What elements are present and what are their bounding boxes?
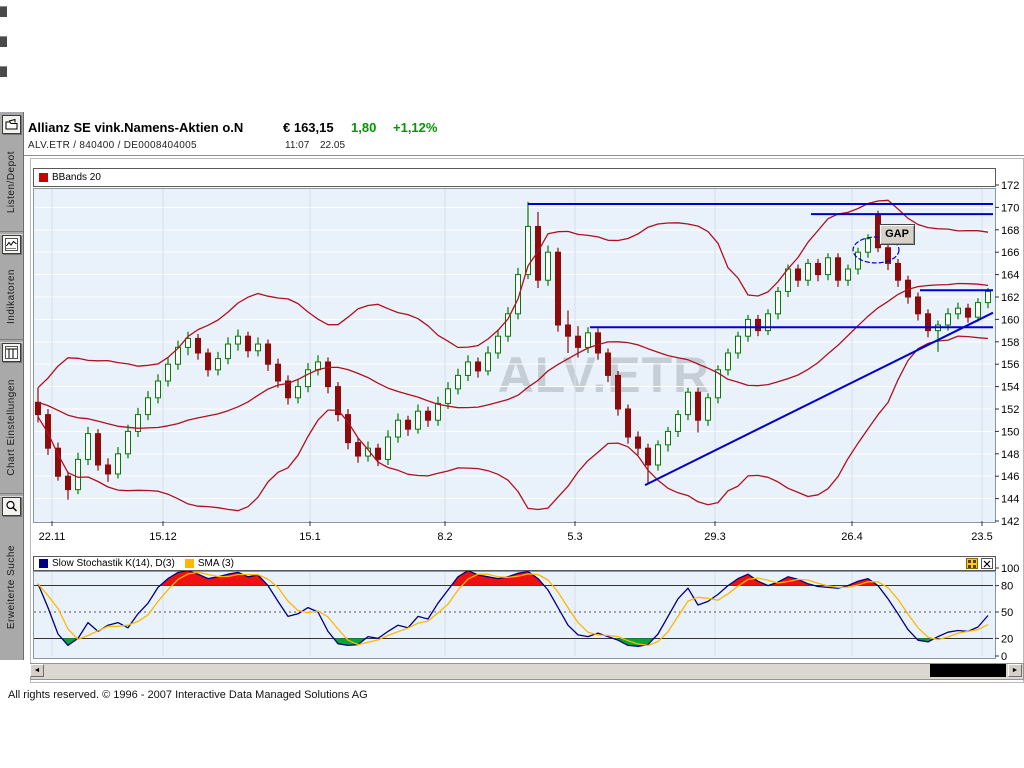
bbands-legend-label: BBands 20 [52,172,101,183]
sidebar-tab-label: Chart Einstellungen [6,379,17,476]
search-icon [2,497,21,516]
chart-settings-icon [2,343,21,362]
folder-open-icon [2,115,21,134]
window-edge-fragment [0,6,7,17]
change-percent: +1,12% [393,120,437,135]
window-edge-fragment [0,36,7,47]
stochastic-k-label: Slow Stochastik K(14), D(3) [52,558,175,569]
stochastic-sma-label: SMA (3) [198,558,234,569]
instrument-identifiers: ALV.ETR / 840400 / DE0008404005 [28,140,197,151]
gap-annotation-label[interactable]: GAP [879,224,915,245]
main-chart-legend-bar: BBands 20 [33,168,996,187]
scrollbar-left-arrow-icon[interactable]: ◄ [30,664,44,677]
sidebar-tab-label: Indikatoren [6,269,17,324]
bbands-legend-swatch [39,173,48,182]
last-price: € 163,15 [283,120,334,135]
sidebar-tab-erweiterte-suche[interactable]: Erweiterte Suche [0,495,23,658]
sidebar-tab-label: Erweiterte Suche [6,545,17,629]
scrollbar-right-arrow-icon[interactable]: ► [1008,664,1022,677]
sidebar-tab-listen-depot[interactable]: Listen/Depot [0,113,23,231]
horizontal-scrollbar-track[interactable] [30,663,1024,680]
properties-icon[interactable] [966,558,978,569]
panel-icon-group [966,558,993,569]
stochastic-sma-swatch [185,559,194,568]
sidebar: Listen/Depot Indikatoren Chart Einstellu… [0,112,24,660]
sidebar-tab-chart-einstellungen[interactable]: Chart Einstellungen [0,341,23,493]
scrollbar-thumb[interactable] [930,664,1006,677]
quote-date: 22.05 [320,140,345,151]
stochastic-legend-bar: Slow Stochastik K(14), D(3) SMA (3) [33,556,996,571]
window-edge-fragment [0,66,7,77]
quote-time: 11:07 [285,140,309,151]
instrument-title: Allianz SE vink.Namens-Aktien o.N [28,120,243,135]
stochastic-k-swatch [39,559,48,568]
indicator-chart-icon [2,235,21,254]
copyright-footer: All rights reserved. © 1996 - 2007 Inter… [8,689,368,701]
change-absolute: 1,80 [351,120,376,135]
sidebar-tab-indikatoren[interactable]: Indikatoren [0,233,23,339]
stochastic-plot-area[interactable] [33,571,996,659]
sidebar-tab-label: Listen/Depot [6,151,17,213]
close-icon[interactable] [981,558,993,569]
chart-watermark: ALV.ETR [404,346,804,404]
